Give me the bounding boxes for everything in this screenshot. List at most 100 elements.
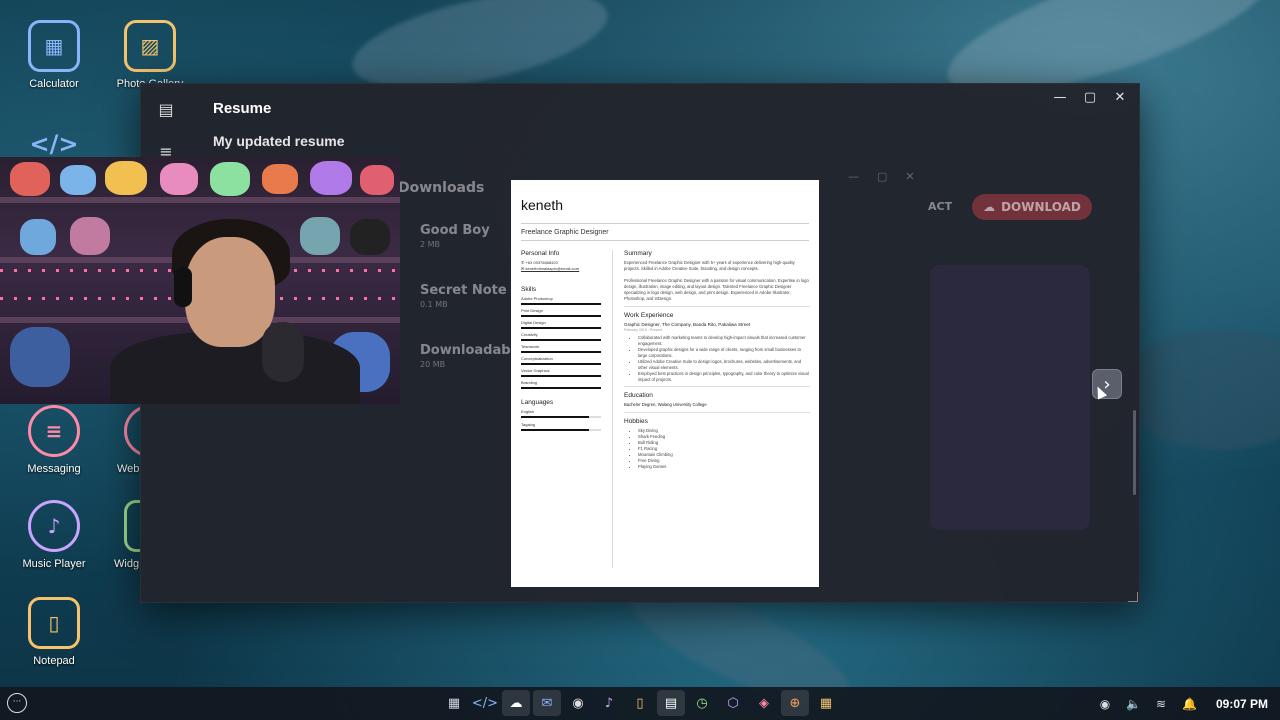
language-level-bar: [521, 416, 601, 418]
maximize-button[interactable]: ▢: [1079, 90, 1101, 106]
taskbar-apps: ▦ </> ☁ ✉ ◉ ♪ ▯ ▤ ◷ ⬡ ◈ ⊕ ▦: [440, 690, 840, 716]
skill-bar: [521, 339, 601, 341]
apps-grid-icon: ▦: [819, 695, 833, 711]
calculator-icon: ▦: [28, 20, 80, 72]
taskbar-app-code[interactable]: </>: [471, 690, 499, 716]
skills-list: Adobe Photoshop Print Design Digital Desig…: [521, 296, 603, 389]
volume-icon[interactable]: 🔈: [1126, 697, 1141, 711]
resume-email[interactable]: ✉ kenethdimalaapin@email.com: [521, 266, 603, 272]
dialog-maximize-icon[interactable]: ▢: [877, 170, 887, 183]
skill-bar: [521, 327, 601, 329]
record-icon[interactable]: ◉: [1098, 697, 1112, 711]
skill-item: Digital Design: [521, 320, 603, 329]
taskbar-app-settings[interactable]: ⬡: [719, 690, 747, 716]
clock[interactable]: 09:07 PM: [1216, 697, 1268, 711]
wifi-icon[interactable]: ≋: [1154, 697, 1168, 711]
cloud-download-icon: ☁: [509, 695, 523, 711]
taskbar-app-calculator[interactable]: ▦: [440, 690, 468, 716]
taskbar-app-clock[interactable]: ◷: [688, 690, 716, 716]
taskbar-app-music[interactable]: ♪: [595, 690, 623, 716]
contact-label[interactable]: ACT: [928, 200, 952, 213]
skill-item: Conceptualization: [521, 356, 603, 365]
resume-app-icon: ▤: [158, 100, 174, 119]
download-item[interactable]: Downloadable 20 MB: [420, 343, 524, 369]
skill-item: Adobe Photoshop: [521, 296, 603, 305]
desktop-icon-photo-gallery[interactable]: ▨ Photo Gallery: [102, 20, 198, 90]
taskbar-app-mail[interactable]: ✉: [533, 690, 561, 716]
hobbies-heading: Hobbies: [624, 418, 648, 425]
taskbar-app-chat[interactable]: ◉: [564, 690, 592, 716]
skill-bar: [521, 387, 601, 389]
downloads-heading: Downloads: [398, 180, 485, 196]
job-bullets: Collaborated with marketing teams to dev…: [624, 335, 810, 383]
taskbar-app-notepad[interactable]: ▯: [626, 690, 654, 716]
summary-paragraph: Professional Freelance Graphic Designer …: [624, 278, 809, 301]
taskbar-app-game[interactable]: ◈: [750, 690, 778, 716]
resume-icon: ▤: [664, 695, 678, 711]
resume-name: keneth: [521, 197, 564, 213]
skill-bar: [521, 315, 601, 317]
window-title: Resume: [213, 100, 272, 117]
desktop-icon-music-player[interactable]: ♪ Music Player: [6, 500, 102, 570]
summary-heading: Summary: [624, 250, 652, 257]
window-resize-grip[interactable]: [1128, 592, 1138, 602]
resume-right-column: Summary Experienced Freelance Graphic De…: [624, 250, 810, 470]
notification-bell-icon[interactable]: 🔔: [1182, 697, 1197, 711]
education-entry: Bachelor Degree, Walang University Colle…: [624, 402, 707, 407]
taskbar-app-resume[interactable]: ▤: [657, 690, 685, 716]
desktop-icon-widgets[interactable]: Widg: [102, 500, 140, 570]
job-bullet: Employed best practices in design princi…: [638, 371, 810, 383]
microphone: [262, 322, 304, 382]
skill-item: Print Design: [521, 308, 603, 317]
scrollbar[interactable]: [1133, 410, 1136, 495]
minimize-button[interactable]: —: [1049, 90, 1071, 106]
language-level-bar: [521, 429, 601, 431]
skill-item: Vector Graphics: [521, 368, 603, 377]
desktop-icon-calculator[interactable]: ▦ Calculator: [6, 20, 102, 90]
experience-heading: Work Experience: [624, 312, 674, 319]
resume-role: Freelance Graphic Designer: [521, 229, 609, 236]
dialog-close-icon[interactable]: ✕: [905, 170, 914, 183]
viewer-dialog-controls: — ▢ ✕: [848, 170, 915, 183]
desktop-icon-messaging[interactable]: ≡ Messaging: [6, 405, 102, 475]
personal-info-heading: Personal Info: [521, 250, 560, 257]
game-icon: ◈: [759, 695, 769, 711]
desktop-icon-web[interactable]: Web: [102, 405, 140, 475]
skill-item: Creativity: [521, 332, 603, 341]
download-button[interactable]: ☁ DOWNLOAD: [972, 194, 1092, 220]
taskbar-app-globe[interactable]: ⊕: [781, 690, 809, 716]
close-button[interactable]: ✕: [1109, 90, 1131, 106]
cloud-download-icon: ☁: [983, 200, 996, 214]
taskbar: ··· ▦ </> ☁ ✉ ◉ ♪ ▯ ▤ ◷ ⬡ ◈ ⊕ ▦ ◉ 🔈 ≋ 🔔 09:07 PM: [0, 687, 1280, 720]
photo-gallery-icon: ▨: [124, 20, 176, 72]
skill-item: Branding: [521, 380, 603, 389]
system-tray: ◉ 🔈 ≋ 🔔 09:07 PM: [1098, 687, 1268, 720]
taskbar-app-apps-grid[interactable]: ▦: [812, 690, 840, 716]
resume-left-column: Personal Info ✆ +63 09376868420 ✉ keneth…: [521, 250, 603, 435]
start-button[interactable]: ···: [7, 693, 27, 713]
download-item[interactable]: Good Boy 2 MB: [420, 223, 490, 249]
resume-document: keneth Freelance Graphic Designer Person…: [511, 180, 819, 587]
whale-shape: [1120, 330, 1280, 450]
hobby-item: Playing Games: [638, 464, 810, 470]
summary-paragraph: Experienced Freelance Graphic Designer w…: [624, 260, 795, 271]
calculator-icon: ▦: [447, 695, 461, 711]
dialog-minimize-icon[interactable]: —: [848, 170, 859, 183]
education-heading: Education: [624, 392, 653, 399]
skill-bar: [521, 363, 601, 365]
download-item[interactable]: Secret Note 0.1 MB: [420, 283, 507, 309]
widgets-icon: [124, 500, 140, 552]
window-title-block: Resume My updated resume: [213, 100, 344, 149]
skill-bar: [521, 303, 601, 305]
desktop-icon-notepad[interactable]: ▯ Notepad: [6, 597, 102, 667]
taskbar-app-cloud-download[interactable]: ☁: [502, 690, 530, 716]
chat-icon: ◉: [572, 695, 584, 711]
language-item: English: [521, 409, 603, 418]
window-controls: — ▢ ✕: [1049, 90, 1131, 106]
skill-item: Teamwork: [521, 344, 603, 353]
music-icon: ♪: [604, 695, 614, 711]
messaging-icon: ≡: [28, 405, 80, 457]
webcam-overlay: [0, 157, 400, 404]
languages-heading: Languages: [521, 399, 554, 406]
code-icon: </>: [471, 695, 499, 711]
